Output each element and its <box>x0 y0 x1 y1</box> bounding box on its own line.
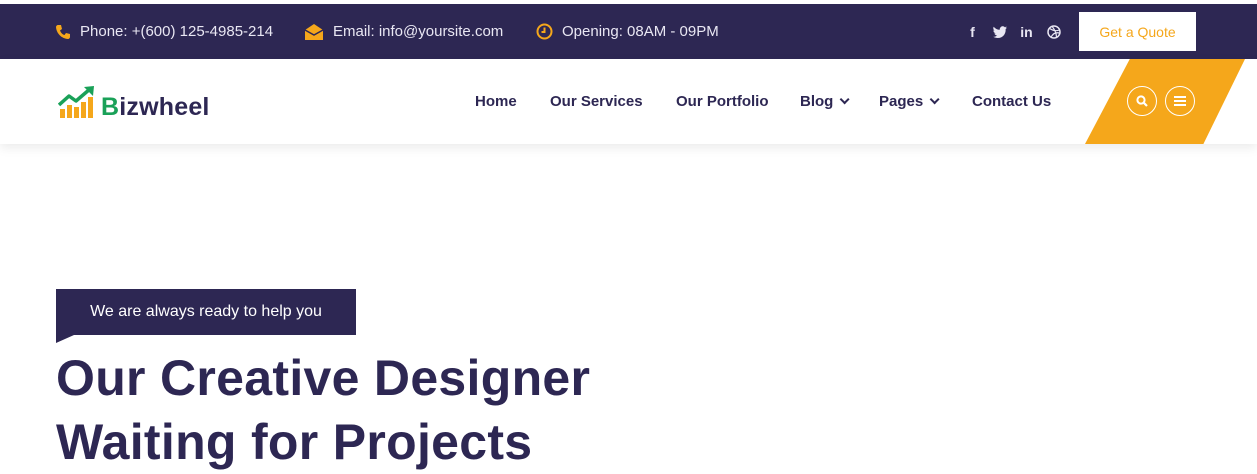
linkedin-icon[interactable]: in <box>1013 4 1040 59</box>
email-info[interactable]: Email: info@yoursite.com <box>304 4 503 59</box>
growth-chart-icon <box>58 86 94 118</box>
phone-text: Phone: +(600) 125-4985-214 <box>80 23 274 40</box>
main-navbar: Bizwheel Home Our Services Our Portfolio… <box>0 59 1257 144</box>
menu-toggle-button[interactable] <box>1165 86 1195 116</box>
nav-item-pages[interactable]: Pages <box>879 59 940 144</box>
search-button[interactable] <box>1127 86 1157 116</box>
nav-label: Our Portfolio <box>676 93 769 110</box>
phone-icon <box>56 24 70 39</box>
chevron-down-icon <box>839 94 850 105</box>
nav-item-contact-us[interactable]: Contact Us <box>972 59 1051 144</box>
hero-title: Our Creative Designer Waiting for Projec… <box>56 346 756 474</box>
brand-rest: izwheel <box>119 93 210 121</box>
nav-item-home[interactable]: Home <box>475 59 517 144</box>
chevron-down-icon <box>929 94 940 105</box>
hero-badge: We are always ready to help you <box>56 289 356 343</box>
nav-label: Contact Us <box>972 93 1052 110</box>
nav-label: Pages <box>879 93 924 110</box>
top-bar: Phone: +(600) 125-4985-214 Email: info@y… <box>0 4 1257 59</box>
get-a-quote-button[interactable]: Get a Quote <box>1079 12 1196 51</box>
nav-label: Our Services <box>550 93 643 110</box>
hamburger-icon <box>1174 96 1186 106</box>
envelope-icon <box>304 23 324 40</box>
dribbble-icon[interactable] <box>1040 4 1067 59</box>
nav-item-blog[interactable]: Blog <box>800 59 850 144</box>
hero-title-line-1: Our Creative Designer <box>56 350 591 406</box>
clock-icon <box>536 23 553 40</box>
twitter-icon[interactable] <box>986 4 1013 59</box>
nav-item-our-services[interactable]: Our Services <box>550 59 643 144</box>
nav-label: Home <box>475 93 517 110</box>
opening-info: Opening: 08AM - 09PM <box>536 4 719 59</box>
nav-item-our-portfolio[interactable]: Our Portfolio <box>676 59 769 144</box>
opening-text: Opening: 08AM - 09PM <box>562 23 719 40</box>
facebook-icon[interactable]: f <box>959 4 986 59</box>
search-icon <box>1136 95 1148 107</box>
brand-name: Bizwheel <box>101 93 210 121</box>
social-links: f in <box>959 4 1067 59</box>
email-text: Email: info@yoursite.com <box>333 23 504 40</box>
brand-initial: B <box>101 93 120 121</box>
brand-logo[interactable]: Bizwheel <box>58 81 210 121</box>
phone-info[interactable]: Phone: +(600) 125-4985-214 <box>55 4 273 59</box>
nav-label: Blog <box>800 93 834 110</box>
hero-title-line-2: Waiting for Projects <box>56 414 533 470</box>
